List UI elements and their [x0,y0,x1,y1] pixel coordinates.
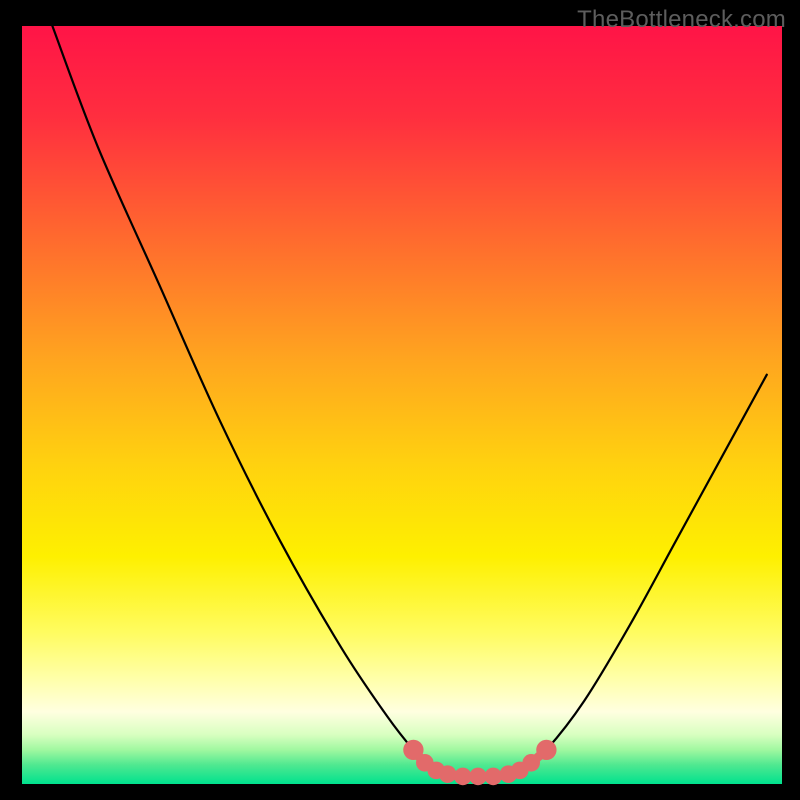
watermark-text: TheBottleneck.com [577,6,786,34]
valley-marker [469,768,487,786]
valley-marker [484,768,502,786]
valley-marker [522,754,540,772]
chart-background [22,26,782,784]
chart-frame: TheBottleneck.com [0,0,800,800]
chart-svg [0,0,800,800]
valley-marker [439,765,457,783]
valley-marker [454,768,472,786]
valley-marker [536,740,556,760]
